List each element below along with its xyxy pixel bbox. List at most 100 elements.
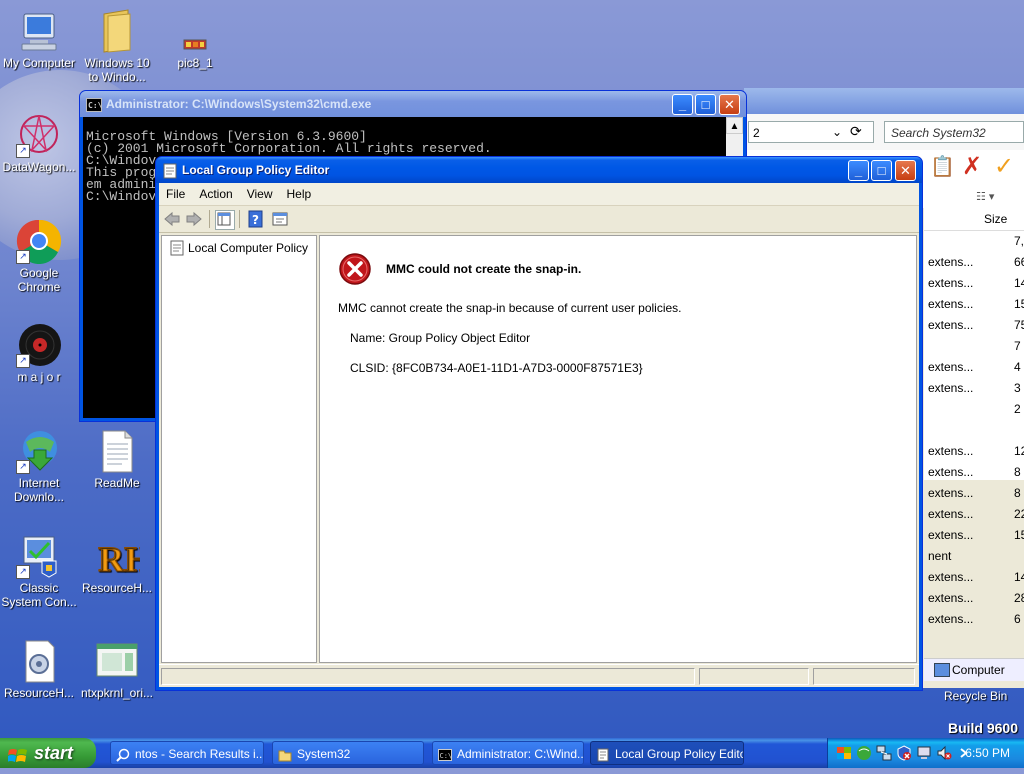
help-button[interactable]: ? bbox=[247, 210, 265, 228]
desktop-icon-classic-system-control[interactable]: ↗ Classic System Con... bbox=[0, 533, 78, 609]
table-row[interactable]: extens... 8 bbox=[924, 483, 1024, 504]
error-title: MMC could not create the snap-in. bbox=[386, 262, 582, 276]
search-input[interactable]: Search System32 bbox=[884, 121, 1024, 143]
close-button[interactable]: ✕ bbox=[895, 160, 916, 181]
cmd-titlebar[interactable]: C:\ Administrator: C:\Windows\System32\c… bbox=[80, 91, 746, 117]
svg-text:RH: RH bbox=[98, 539, 140, 579]
menu-bar: File Action View Help bbox=[159, 183, 919, 206]
file-size-cell: 66 bbox=[1014, 255, 1024, 269]
desktop-icon-label: ResourceH... bbox=[81, 581, 153, 595]
table-row[interactable]: extens... 12 bbox=[924, 441, 1024, 462]
desktop-icon-ntxpkrnl[interactable]: ntxpkrnl_ori... bbox=[78, 638, 156, 700]
desktop-icon-windows10-folder[interactable]: Windows 10 to Windo... bbox=[78, 8, 156, 84]
desktop-icon-datawagon[interactable]: ↗ DataWagon... bbox=[0, 112, 78, 174]
taskbar-item-label: Local Group Policy Editor bbox=[615, 747, 744, 761]
clock[interactable]: 6:50 PM bbox=[965, 738, 1010, 768]
explorer-titlebar[interactable] bbox=[744, 88, 1024, 114]
table-row[interactable]: extens... 6 bbox=[924, 609, 1024, 630]
volume-muted-icon[interactable] bbox=[936, 745, 952, 761]
size-column-header[interactable]: Size bbox=[984, 208, 1007, 230]
table-row[interactable]: extens... 14 bbox=[924, 567, 1024, 588]
desktop-icon-internet-download-manager[interactable]: ↗ Internet Downlo... bbox=[0, 428, 78, 504]
build-watermark: Build 9600 bbox=[947, 720, 1018, 736]
security-alert-icon[interactable] bbox=[896, 745, 912, 761]
desktop-icon-label: ntxpkrnl_ori... bbox=[80, 686, 154, 700]
start-button[interactable]: start bbox=[0, 738, 96, 768]
maximize-icon: □ bbox=[877, 163, 886, 178]
table-row[interactable]: extens... 14 bbox=[924, 273, 1024, 294]
back-button[interactable] bbox=[163, 210, 181, 228]
clipboard-icon[interactable]: 📋 bbox=[930, 154, 955, 179]
desktop-icon-label: Windows 10 to Windo... bbox=[84, 56, 150, 84]
table-row[interactable]: extens... 15 bbox=[924, 294, 1024, 315]
close-button[interactable]: ✕ bbox=[719, 94, 740, 115]
minimize-button[interactable]: _ bbox=[672, 94, 693, 115]
menu-view[interactable]: View bbox=[240, 183, 280, 205]
desktop-icon-resourcehacker-settings[interactable]: ResourceH... bbox=[0, 638, 78, 700]
file-type-cell: extens... bbox=[928, 444, 974, 458]
desktop-icon-major[interactable]: ↗ m a j o r bbox=[0, 322, 78, 384]
taskbar-item-search-results[interactable]: ntos - Search Results i... bbox=[110, 741, 264, 765]
menu-file[interactable]: File bbox=[159, 183, 192, 205]
table-row[interactable]: extens... 66 bbox=[924, 252, 1024, 273]
taskbar-item-label: System32 bbox=[297, 747, 351, 761]
forward-button[interactable] bbox=[185, 210, 203, 228]
view-options-icon[interactable]: ☷ ▾ bbox=[976, 190, 994, 203]
status-segment bbox=[161, 668, 695, 685]
chevron-down-icon[interactable]: ⌄ bbox=[832, 125, 842, 139]
network-connections-icon[interactable] bbox=[876, 745, 892, 761]
file-size-cell: 22 bbox=[1014, 507, 1024, 521]
maximize-button[interactable]: □ bbox=[695, 94, 716, 115]
desktop-icon-label: ResourceH... bbox=[3, 686, 75, 700]
desktop-icon-chrome[interactable]: ↗ Google Chrome bbox=[0, 218, 78, 294]
tree-item-local-computer-policy[interactable]: Local Computer Policy bbox=[170, 240, 308, 256]
show-hide-tree-button[interactable] bbox=[215, 210, 235, 230]
system-tray: 6:50 PM bbox=[827, 738, 1024, 768]
search-icon bbox=[116, 746, 130, 762]
shortcut-arrow-icon: ↗ bbox=[16, 250, 30, 264]
table-row[interactable]: extens... 4 bbox=[924, 357, 1024, 378]
table-row[interactable]: extens... 15 bbox=[924, 525, 1024, 546]
recycle-bin-label[interactable]: Recycle Bin bbox=[944, 689, 1007, 703]
console-tree-pane[interactable]: Local Computer Policy bbox=[161, 235, 317, 663]
network-globe-icon[interactable] bbox=[856, 745, 872, 761]
file-size-cell: 15 bbox=[1014, 528, 1024, 542]
taskbar-item-system32[interactable]: System32 bbox=[272, 741, 424, 765]
desktop-icon-my-computer[interactable]: My Computer bbox=[0, 8, 78, 70]
taskbar-item-group-policy-editor[interactable]: Local Group Policy Editor bbox=[590, 741, 744, 765]
checkmark-icon[interactable]: ✓ bbox=[994, 152, 1014, 181]
desktop-icon-readme[interactable]: ReadMe bbox=[78, 428, 156, 490]
gpe-titlebar[interactable]: Local Group Policy Editor _ □ ✕ bbox=[156, 157, 922, 183]
table-row[interactable]: extens... 3 bbox=[924, 378, 1024, 399]
file-rows: 7,28extens...66extens...14extens...15ext… bbox=[924, 231, 1024, 630]
maximize-icon: □ bbox=[701, 97, 710, 112]
menu-action[interactable]: Action bbox=[192, 183, 239, 205]
properties-button[interactable] bbox=[271, 210, 289, 228]
table-row[interactable]: nent bbox=[924, 546, 1024, 567]
table-row[interactable]: extens... 8 bbox=[924, 462, 1024, 483]
table-row[interactable]: extens... 28 bbox=[924, 588, 1024, 609]
gpe-client-area: File Action View Help ? Local Computer Poli… bbox=[159, 183, 919, 687]
group-policy-editor-window[interactable]: Local Group Policy Editor _ □ ✕ File Acti… bbox=[155, 156, 923, 691]
policy-icon bbox=[162, 162, 178, 179]
console-tree-icon bbox=[217, 212, 231, 226]
maximize-button[interactable]: □ bbox=[871, 160, 892, 181]
explorer-file-list: Size 7,28extens...66extens...14extens...… bbox=[924, 208, 1024, 626]
file-type-cell: extens... bbox=[928, 360, 974, 374]
table-row[interactable]: 7 bbox=[924, 336, 1024, 357]
table-row[interactable]: extens... 22 bbox=[924, 504, 1024, 525]
delete-x-icon[interactable]: ✗ bbox=[962, 152, 982, 181]
table-row[interactable]: 7,28 bbox=[924, 231, 1024, 252]
table-row[interactable]: 2 bbox=[924, 399, 1024, 420]
table-row[interactable]: extens... 75 bbox=[924, 315, 1024, 336]
taskbar-item-cmd[interactable]: C:\ Administrator: C:\Wind... bbox=[432, 741, 584, 765]
display-icon[interactable] bbox=[916, 745, 932, 761]
flag-icon[interactable] bbox=[836, 745, 852, 761]
desktop-icon-resourcehacker[interactable]: RH ResourceH... bbox=[78, 533, 156, 596]
table-row[interactable] bbox=[924, 420, 1024, 441]
scroll-up-icon[interactable]: ▲ bbox=[726, 117, 743, 134]
refresh-icon[interactable]: ⟳ bbox=[850, 123, 862, 140]
desktop-icon-pic8[interactable]: pic8_1 bbox=[156, 34, 234, 70]
minimize-button[interactable]: _ bbox=[848, 160, 869, 181]
menu-help[interactable]: Help bbox=[280, 183, 319, 205]
